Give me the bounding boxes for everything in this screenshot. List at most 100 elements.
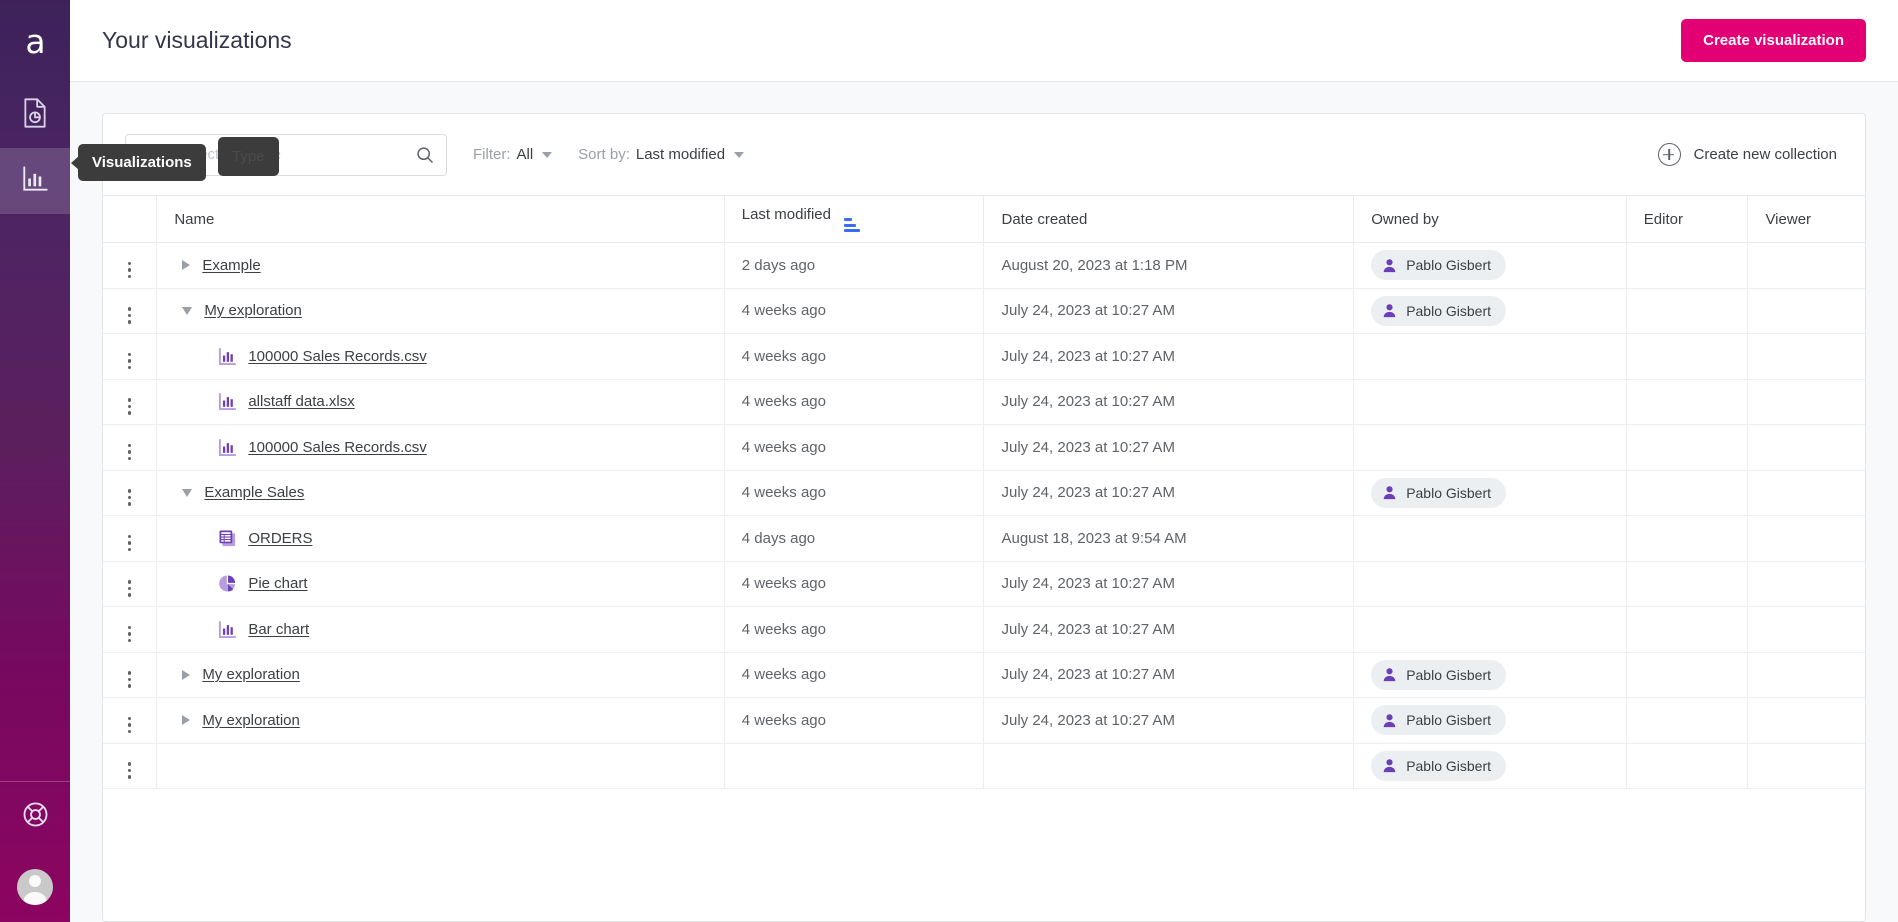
item-name-link[interactable]: 100000 Sales Records.csv bbox=[248, 348, 426, 365]
header-name[interactable]: Name bbox=[157, 196, 724, 243]
item-name-link[interactable]: ORDERS bbox=[248, 530, 312, 547]
row-menu-cell[interactable] bbox=[103, 561, 157, 607]
row-menu-cell[interactable] bbox=[103, 698, 157, 744]
owner-name: Pablo Gisbert bbox=[1406, 667, 1491, 683]
row-last-modified-cell: 2 days ago bbox=[724, 243, 984, 289]
bar-chart-icon bbox=[218, 620, 237, 639]
table-row[interactable]: 100000 Sales Records.csv4 weeks agoJuly … bbox=[103, 425, 1865, 471]
header-owned-by[interactable]: Owned by bbox=[1354, 196, 1627, 243]
chevron-down-icon bbox=[734, 152, 744, 158]
owner-chip: Pablo Gisbert bbox=[1371, 250, 1506, 280]
item-name-link[interactable]: Bar chart bbox=[248, 621, 309, 638]
plus-circle-icon bbox=[1658, 143, 1681, 166]
row-last-modified-cell: 4 weeks ago bbox=[724, 470, 984, 516]
row-menu-cell[interactable] bbox=[103, 652, 157, 698]
row-menu-cell[interactable] bbox=[103, 470, 157, 516]
row-owner-cell: Pablo Gisbert bbox=[1354, 652, 1627, 698]
item-name-link[interactable]: Pie chart bbox=[248, 575, 307, 592]
sidebar-item-account[interactable] bbox=[0, 852, 70, 922]
sidebar-item-documents[interactable] bbox=[0, 82, 70, 148]
table-row[interactable]: Example2 days agoAugust 20, 2023 at 1:18… bbox=[103, 243, 1865, 289]
row-menu-cell[interactable] bbox=[103, 288, 157, 334]
sort-dropdown[interactable]: Sort by: Last modified bbox=[578, 146, 744, 163]
item-name-link[interactable]: Example bbox=[202, 257, 260, 274]
sort-ascending-icon[interactable] bbox=[844, 218, 860, 232]
app-logo[interactable]: a bbox=[0, 0, 70, 82]
item-name-link[interactable]: Example Sales bbox=[204, 484, 304, 501]
chevron-down-icon bbox=[542, 152, 552, 158]
header-viewer[interactable]: Viewer bbox=[1748, 196, 1865, 243]
row-owner-cell: Pablo Gisbert bbox=[1354, 470, 1627, 516]
row-menu-cell[interactable] bbox=[103, 743, 157, 789]
more-options-icon[interactable] bbox=[128, 671, 131, 687]
owner-chip: Pablo Gisbert bbox=[1371, 751, 1506, 781]
row-menu-cell[interactable] bbox=[103, 334, 157, 380]
row-menu-cell[interactable] bbox=[103, 243, 157, 289]
row-menu-cell[interactable] bbox=[103, 607, 157, 653]
owner-chip: Pablo Gisbert bbox=[1371, 660, 1506, 690]
row-name-cell: My exploration bbox=[157, 652, 724, 698]
table-row[interactable]: My exploration4 weeks agoJuly 24, 2023 a… bbox=[103, 288, 1865, 334]
item-name-link[interactable]: My exploration bbox=[202, 666, 300, 683]
sidebar-item-help[interactable] bbox=[0, 782, 70, 852]
more-options-icon[interactable] bbox=[128, 353, 131, 369]
row-editor-cell bbox=[1626, 607, 1748, 653]
expand-arrow-icon[interactable] bbox=[182, 670, 190, 680]
more-options-icon[interactable] bbox=[128, 535, 131, 551]
item-name-link[interactable]: My exploration bbox=[204, 302, 302, 319]
main-area: Your visualizations Create visualization bbox=[70, 0, 1898, 922]
row-menu-cell[interactable] bbox=[103, 379, 157, 425]
more-options-icon[interactable] bbox=[128, 398, 131, 414]
expand-arrow-icon[interactable] bbox=[182, 715, 190, 725]
filter-dropdown[interactable]: Filter: All bbox=[473, 146, 552, 163]
row-viewer-cell bbox=[1748, 288, 1865, 334]
more-options-icon[interactable] bbox=[128, 489, 131, 505]
collapse-arrow-icon[interactable] bbox=[182, 489, 192, 497]
create-new-collection-button[interactable]: Create new collection bbox=[1658, 143, 1837, 166]
row-menu-cell[interactable] bbox=[103, 516, 157, 562]
row-menu-cell[interactable] bbox=[103, 425, 157, 471]
header-date-created[interactable]: Date created bbox=[984, 196, 1354, 243]
item-name-link[interactable]: allstaff data.xlsx bbox=[248, 393, 354, 410]
more-options-icon[interactable] bbox=[128, 717, 131, 733]
owner-name: Pablo Gisbert bbox=[1406, 712, 1491, 728]
sidebar-item-visualizations[interactable] bbox=[0, 148, 70, 214]
search-icon[interactable] bbox=[416, 146, 434, 164]
table-row[interactable]: Example Sales4 weeks agoJuly 24, 2023 at… bbox=[103, 470, 1865, 516]
header-last-modified[interactable]: Last modified bbox=[724, 196, 984, 243]
create-visualization-button[interactable]: Create visualization bbox=[1681, 19, 1866, 62]
row-owner-cell bbox=[1354, 379, 1627, 425]
owner-chip: Pablo Gisbert bbox=[1371, 478, 1506, 508]
table-body: Example2 days agoAugust 20, 2023 at 1:18… bbox=[103, 243, 1865, 789]
header-editor[interactable]: Editor bbox=[1626, 196, 1748, 243]
more-options-icon[interactable] bbox=[128, 762, 131, 778]
table-row[interactable]: Pie chart4 weeks agoJuly 24, 2023 at 10:… bbox=[103, 561, 1865, 607]
more-options-icon[interactable] bbox=[128, 262, 131, 278]
table-row[interactable]: Bar chart4 weeks agoJuly 24, 2023 at 10:… bbox=[103, 607, 1865, 653]
table-row[interactable]: My exploration4 weeks agoJuly 24, 2023 a… bbox=[103, 698, 1865, 744]
more-options-icon[interactable] bbox=[128, 580, 131, 596]
row-date-created-cell: July 24, 2023 at 10:27 AM bbox=[984, 425, 1354, 471]
row-last-modified-cell: 4 weeks ago bbox=[724, 288, 984, 334]
more-options-icon[interactable] bbox=[128, 307, 131, 323]
row-last-modified-cell: 4 weeks ago bbox=[724, 561, 984, 607]
table-row[interactable]: My exploration4 weeks agoJuly 24, 2023 a… bbox=[103, 652, 1865, 698]
table-row[interactable]: 100000 Sales Records.csv4 weeks agoJuly … bbox=[103, 334, 1865, 380]
collapse-arrow-icon[interactable] bbox=[182, 307, 192, 315]
table-row[interactable]: ORDERS4 days agoAugust 18, 2023 at 9:54 … bbox=[103, 516, 1865, 562]
item-name-link[interactable]: 100000 Sales Records.csv bbox=[248, 439, 426, 456]
row-editor-cell bbox=[1626, 425, 1748, 471]
table-row[interactable]: allstaff data.xlsx4 weeks agoJuly 24, 20… bbox=[103, 379, 1865, 425]
expand-arrow-icon[interactable] bbox=[182, 260, 190, 270]
row-last-modified-cell: 4 weeks ago bbox=[724, 607, 984, 653]
more-options-icon[interactable] bbox=[128, 444, 131, 460]
person-icon bbox=[1382, 667, 1397, 682]
more-options-icon[interactable] bbox=[128, 626, 131, 642]
table-row[interactable]: Pablo Gisbert bbox=[103, 743, 1865, 789]
row-viewer-cell bbox=[1748, 516, 1865, 562]
pie-chart-icon bbox=[218, 574, 237, 593]
row-name-cell: My exploration bbox=[157, 288, 724, 334]
item-name-link[interactable]: My exploration bbox=[202, 712, 300, 729]
row-editor-cell bbox=[1626, 243, 1748, 289]
row-owner-cell: Pablo Gisbert bbox=[1354, 243, 1627, 289]
